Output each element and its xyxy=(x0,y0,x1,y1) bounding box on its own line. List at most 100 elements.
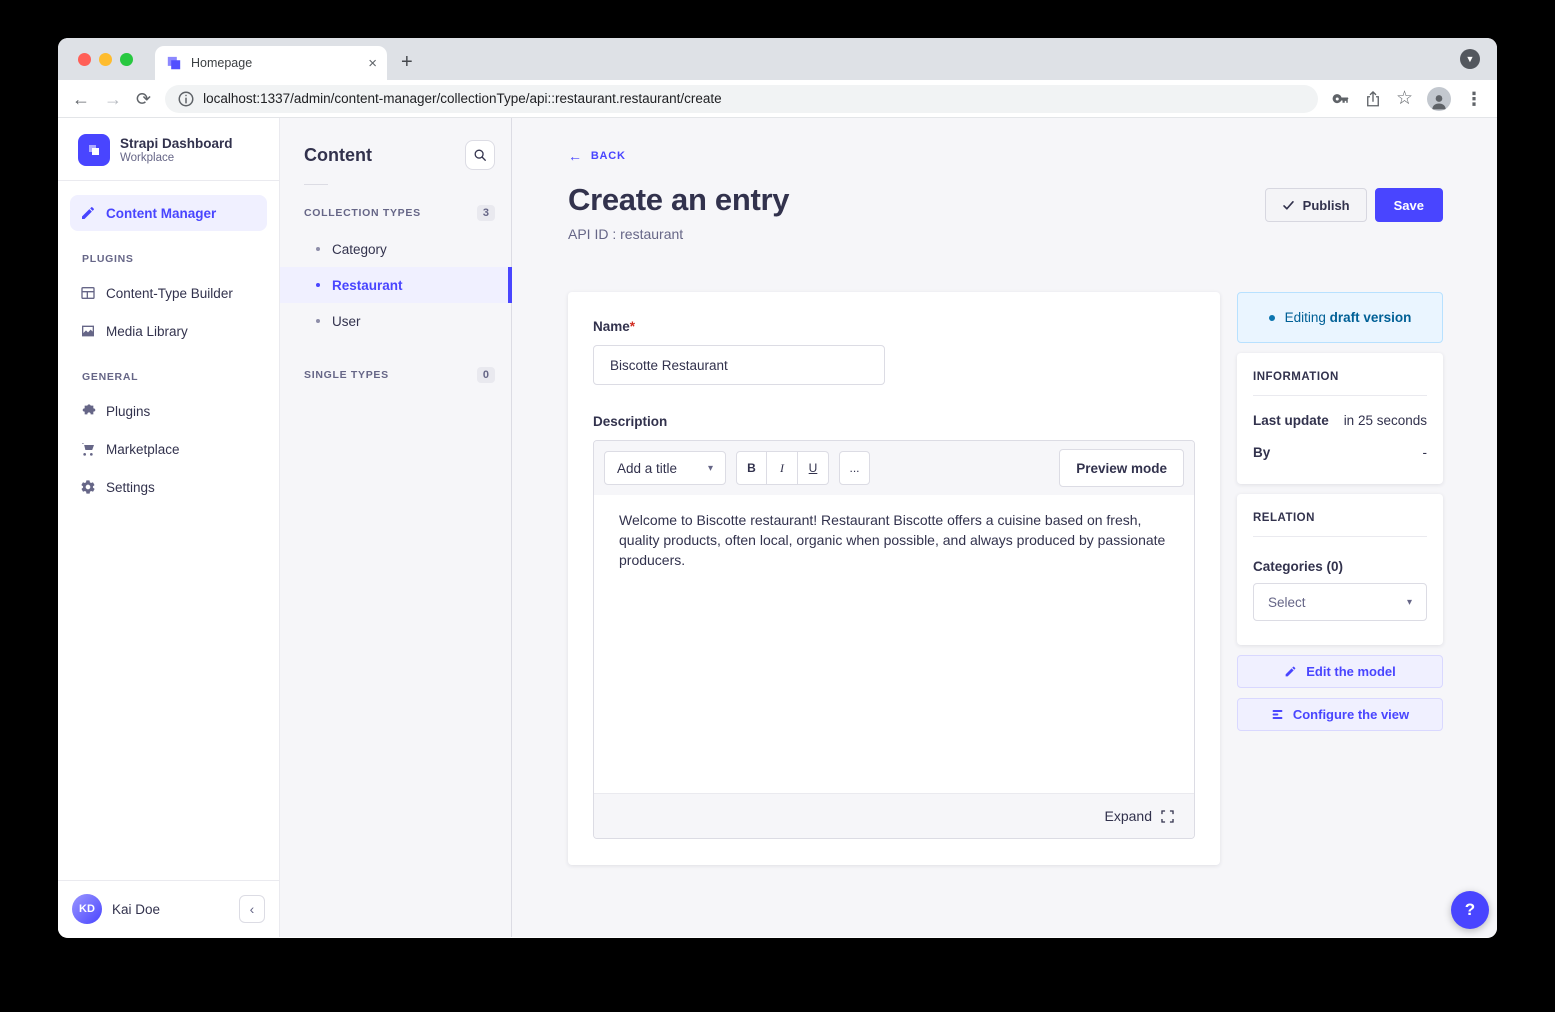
more-formatting-button[interactable]: ... xyxy=(839,451,870,485)
window-zoom-button[interactable] xyxy=(120,53,133,66)
status-dot-icon xyxy=(1269,315,1275,321)
subnav-item-label: User xyxy=(332,314,361,329)
title-style-value: Add a title xyxy=(617,461,677,476)
back-arrow-icon: ← xyxy=(568,148,583,164)
new-tab-button[interactable]: + xyxy=(401,51,413,74)
bullet-icon xyxy=(316,283,320,287)
expand-icon[interactable] xyxy=(1161,810,1174,823)
window-close-button[interactable] xyxy=(78,53,91,66)
tabstrip-chevron-icon[interactable]: ▼ xyxy=(1460,49,1480,69)
divider xyxy=(304,184,328,185)
share-icon[interactable] xyxy=(1364,90,1382,108)
puzzle-icon xyxy=(80,403,96,419)
main-content: ← BACK Create an entry API ID : restaura… xyxy=(512,118,1497,937)
subnav-item-category[interactable]: Category xyxy=(280,231,511,267)
back-label: BACK xyxy=(591,150,626,162)
sidebar-item-label: Media Library xyxy=(106,324,188,339)
save-button[interactable]: Save xyxy=(1375,188,1443,222)
sidebar-item-label: Marketplace xyxy=(106,442,180,457)
browser-menu-icon[interactable]: ⋮ xyxy=(1465,90,1483,108)
configure-view-label: Configure the view xyxy=(1293,707,1409,722)
workspace-brand[interactable]: Strapi Dashboard Workplace xyxy=(58,118,279,181)
sidebar-item-label: Plugins xyxy=(106,404,150,419)
password-key-icon[interactable] xyxy=(1332,90,1350,108)
strapi-app: Strapi Dashboard Workplace Content Manag… xyxy=(58,118,1497,937)
page-heading: Create an entry API ID : restaurant xyxy=(568,182,789,242)
edit-model-button[interactable]: Edit the model xyxy=(1237,655,1443,688)
tab-close-icon[interactable]: × xyxy=(368,56,377,71)
content-subnav: Content COLLECTION TYPES 3 Category Rest… xyxy=(280,118,512,937)
cart-icon xyxy=(80,441,96,457)
description-text: Welcome to Biscotte restaurant! Restaura… xyxy=(619,510,1169,570)
bullet-icon xyxy=(316,247,320,251)
name-label: Name* xyxy=(593,319,635,334)
gear-icon xyxy=(80,479,96,495)
required-asterisk: * xyxy=(630,319,635,334)
underline-button[interactable]: U xyxy=(798,451,829,485)
categories-select[interactable]: Select ▾ xyxy=(1253,583,1427,621)
title-style-select[interactable]: Add a title ▾ xyxy=(604,451,726,485)
user-name: Kai Doe xyxy=(112,902,229,917)
save-label: Save xyxy=(1394,198,1424,213)
publish-label: Publish xyxy=(1303,198,1350,213)
window-minimize-button[interactable] xyxy=(99,53,112,66)
publish-button[interactable]: Publish xyxy=(1265,188,1367,222)
search-button[interactable] xyxy=(465,140,495,170)
sidebar-item-media-library[interactable]: Media Library xyxy=(70,313,267,349)
last-update-row: Last update in 25 seconds xyxy=(1253,413,1427,428)
back-link[interactable]: ← BACK xyxy=(568,148,626,164)
collection-types-count-badge: 3 xyxy=(477,205,495,221)
user-avatar[interactable]: KD xyxy=(72,894,102,924)
sidebar-item-marketplace[interactable]: Marketplace xyxy=(70,431,267,467)
single-types-count-badge: 0 xyxy=(477,367,495,383)
rich-text-editor: Add a title ▾ B I U ... Prev xyxy=(593,440,1195,839)
sidebar-item-plugins[interactable]: Plugins xyxy=(70,393,267,429)
entry-form-card: Name* Description Add a title ▾ xyxy=(568,292,1220,865)
forward-icon: → xyxy=(104,90,122,108)
information-title: INFORMATION xyxy=(1253,371,1427,383)
site-info-icon[interactable] xyxy=(177,90,195,108)
profile-avatar-icon[interactable] xyxy=(1427,87,1451,111)
preview-mode-button[interactable]: Preview mode xyxy=(1059,449,1184,487)
window-controls xyxy=(78,53,133,66)
back-icon[interactable]: ← xyxy=(72,90,90,108)
tab-title: Homepage xyxy=(191,56,360,70)
divider xyxy=(1253,395,1427,396)
by-value: - xyxy=(1423,445,1428,460)
italic-button[interactable]: I xyxy=(767,451,798,485)
check-icon xyxy=(1282,199,1295,212)
browser-tab[interactable]: Homepage × xyxy=(155,46,387,80)
edit-model-label: Edit the model xyxy=(1306,664,1396,679)
draft-status-text: Editing draft version xyxy=(1285,310,1412,325)
subnav-item-restaurant[interactable]: Restaurant xyxy=(280,267,511,303)
sidebar-item-settings[interactable]: Settings xyxy=(70,469,267,505)
subnav-item-label: Category xyxy=(332,242,387,257)
browser-window: Homepage × + ▼ ← → ⟳ localhost:1337/admi… xyxy=(58,38,1497,938)
by-row: By - xyxy=(1253,445,1427,460)
reload-icon[interactable]: ⟳ xyxy=(136,90,151,108)
address-bar[interactable]: localhost:1337/admin/content-manager/col… xyxy=(165,85,1318,113)
description-textarea[interactable]: Welcome to Biscotte restaurant! Restaura… xyxy=(594,495,1194,793)
pencil-icon xyxy=(1284,665,1297,678)
sidebar-item-label: Settings xyxy=(106,480,155,495)
sidebar-item-label: Content Manager xyxy=(106,206,216,221)
expand-label: Expand xyxy=(1105,808,1152,824)
subnav-item-user[interactable]: User xyxy=(280,303,511,339)
api-id-subtitle: API ID : restaurant xyxy=(568,226,789,242)
configure-view-button[interactable]: Configure the view xyxy=(1237,698,1443,731)
sidebar-collapse-button[interactable]: ‹ xyxy=(239,895,265,923)
sidebar-section-general: GENERAL xyxy=(82,371,267,383)
draft-status-banner: Editing draft version xyxy=(1237,292,1443,343)
sidebar-item-content-manager[interactable]: Content Manager xyxy=(70,195,267,231)
name-input[interactable] xyxy=(593,345,885,385)
configure-lines-icon xyxy=(1271,708,1284,721)
sidebar-item-content-type-builder[interactable]: Content-Type Builder xyxy=(70,275,267,311)
help-button[interactable]: ? xyxy=(1451,891,1489,929)
last-update-value: in 25 seconds xyxy=(1344,413,1427,428)
browser-tab-strip: Homepage × + ▼ xyxy=(58,38,1497,80)
description-field: Description Add a title ▾ B I U xyxy=(593,413,1195,839)
active-indicator xyxy=(508,267,512,303)
editor-footer: Expand xyxy=(594,793,1194,838)
bold-button[interactable]: B xyxy=(736,451,767,485)
bookmark-star-icon[interactable]: ☆ xyxy=(1396,89,1413,108)
